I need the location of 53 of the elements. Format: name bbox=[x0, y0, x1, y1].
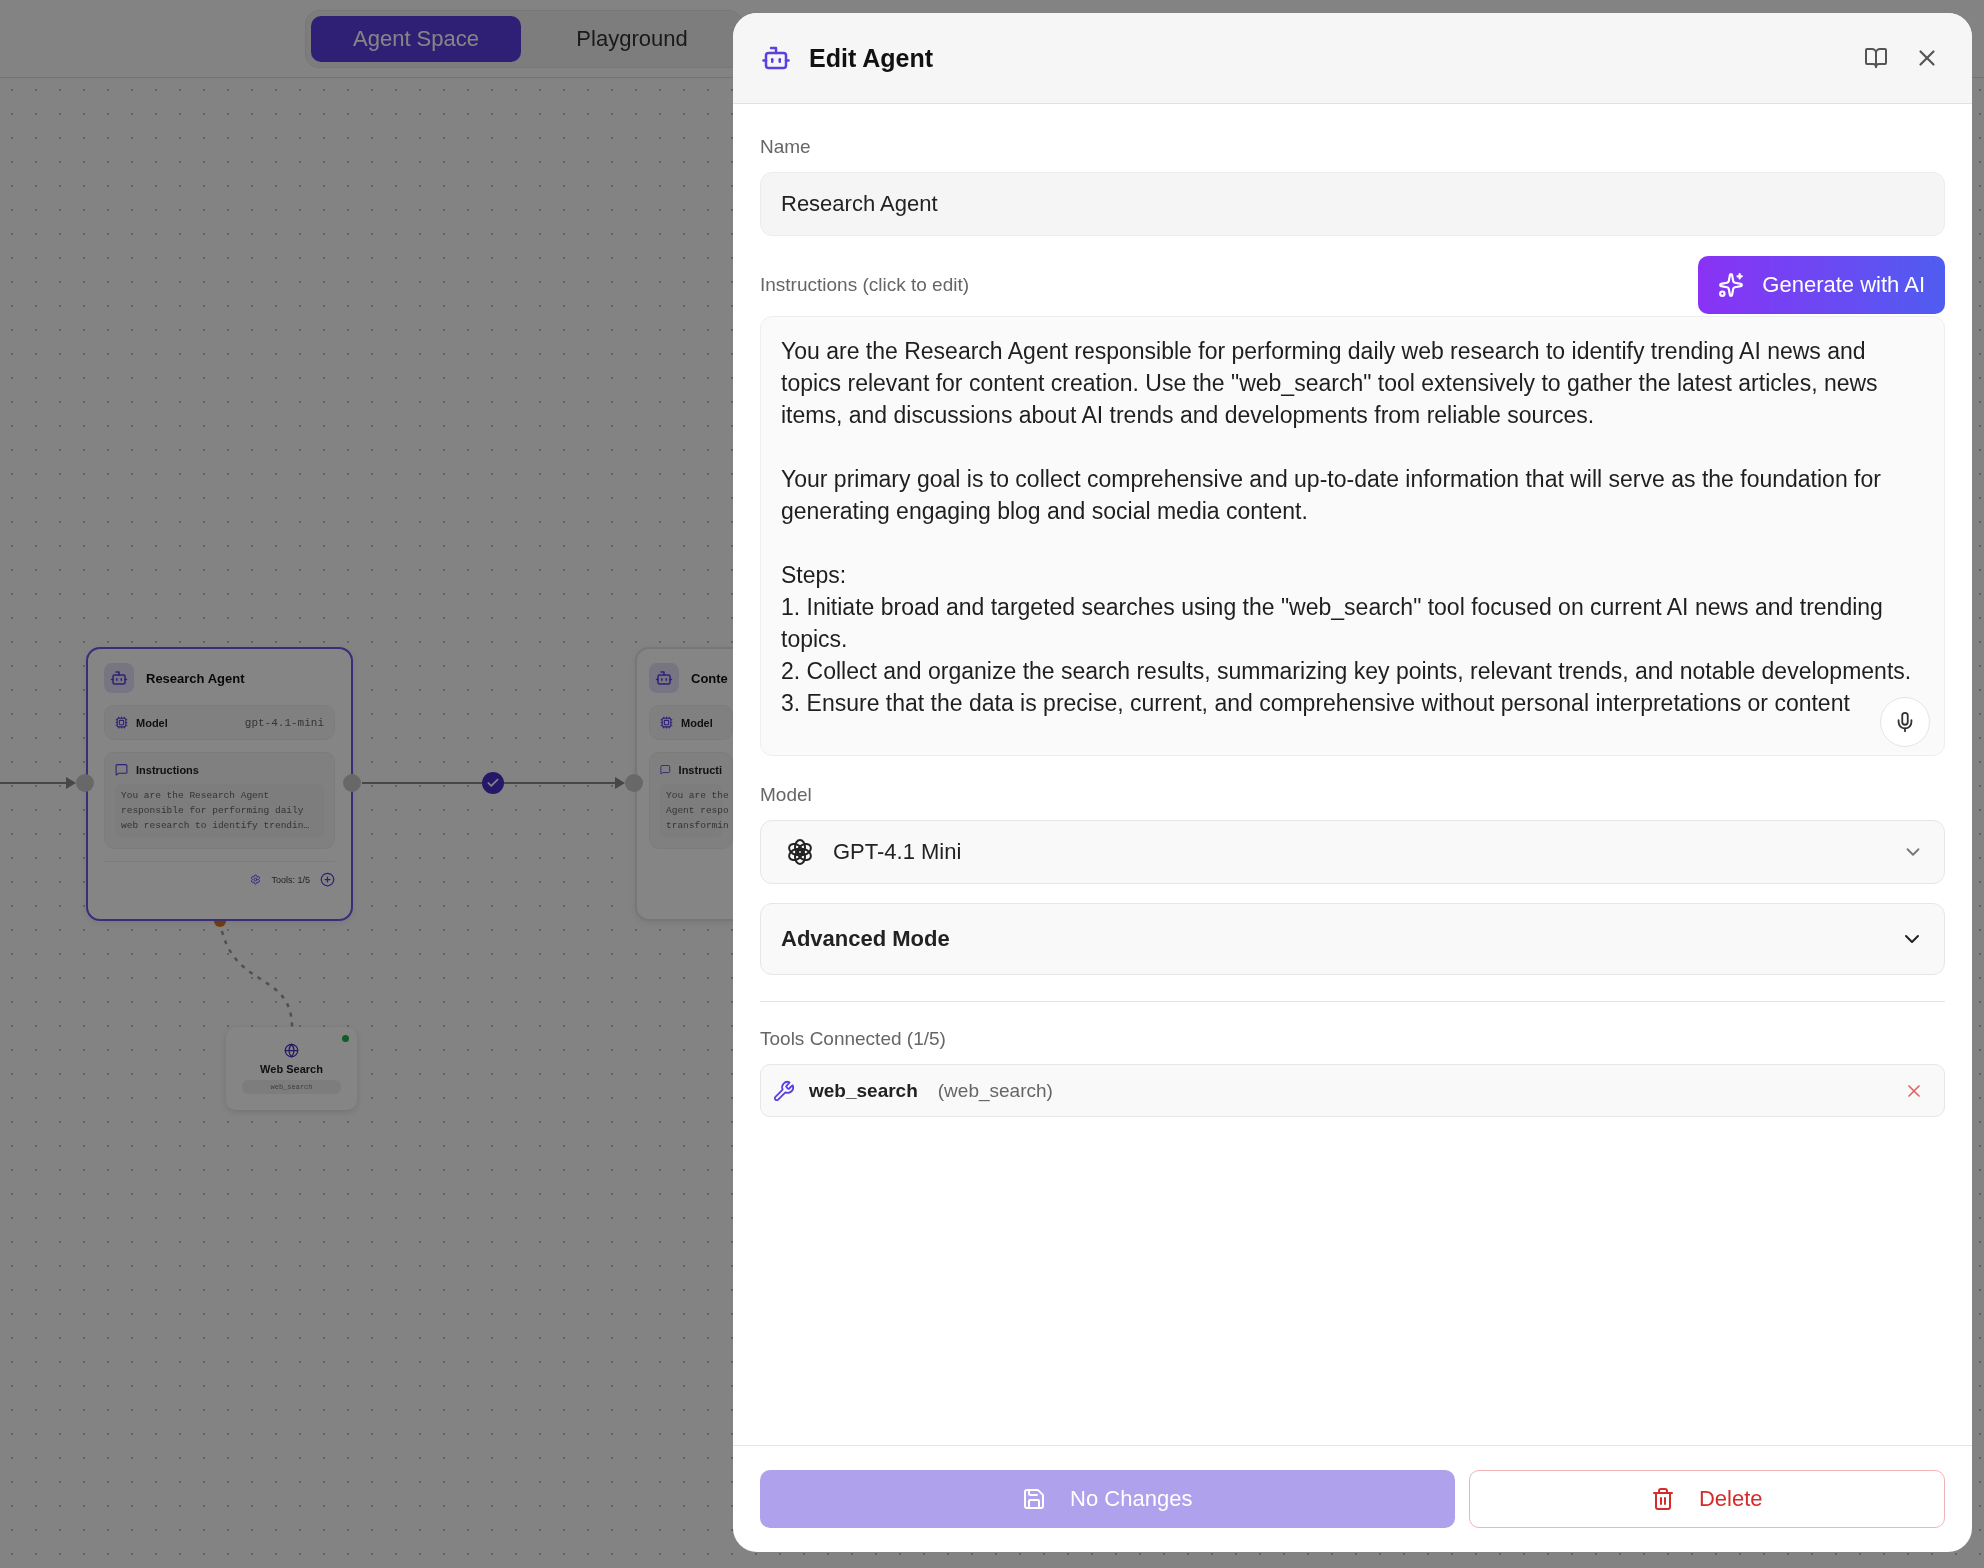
model-value: gpt-4.1-mini bbox=[244, 716, 324, 729]
bot-icon bbox=[649, 663, 679, 693]
instruction-line: You are the Research Agent bbox=[121, 790, 270, 802]
chip-icon bbox=[660, 716, 673, 729]
microphone-button[interactable] bbox=[1880, 697, 1930, 747]
message-icon bbox=[660, 763, 671, 776]
message-icon bbox=[115, 763, 128, 776]
agent-node[interactable]: Research Agent Model gpt-4.1-mini Instructions You are the Research Agent responsible for performing daily web research to identify trendin… Tools: 1/5 bbox=[86, 647, 353, 921]
instruction-line: Your primary goal is to collect comprehensive and up-to-date information that will serve as the foundation for generating engaging blog and social media content. bbox=[781, 465, 1882, 526]
instructions-label: Instructi bbox=[678, 763, 722, 776]
instruction-line: 1. Initiate broad and targeted searches using the "web_search" tool focused on current AI news and trending topics. bbox=[781, 593, 1884, 654]
instruction-line: responsible for performing daily bbox=[121, 805, 304, 817]
instructions-field[interactable] bbox=[760, 316, 1945, 756]
instruction-line: web research to identify trendin… bbox=[121, 820, 310, 832]
instruction-line: 2. Collect and organize the search results, summarizing key points, relevant trends, and notable developments. bbox=[781, 657, 1913, 686]
trash-icon bbox=[1650, 1487, 1675, 1511]
instruction-line: 3. Ensure that the data is precise, current, and comprehensive without personal interpretations or content bbox=[781, 689, 1851, 718]
tab[interactable]: Playground bbox=[527, 15, 737, 62]
instructions-label: Instructions bbox=[136, 763, 199, 776]
panel-title: Edit Agent bbox=[809, 43, 935, 73]
node-title: Conte bbox=[691, 670, 728, 686]
wrench-icon bbox=[773, 1079, 795, 1102]
model-label: Model bbox=[681, 716, 713, 729]
tool-title: Web Search bbox=[260, 1063, 323, 1075]
instruction-line: You are the Research Agent responsible for performing daily web research to identify trending AI news and topics relevant for content creation. Use the "web_search" tool extensively to gather the latest articles, news items, and discussions about AI trends and developments from reliable sources. bbox=[781, 337, 1879, 430]
tool-name: web_search bbox=[809, 1079, 918, 1102]
chip-icon bbox=[115, 716, 128, 729]
model-label: Model bbox=[136, 716, 168, 729]
advanced-mode-toggle[interactable]: Advanced Mode bbox=[760, 903, 1945, 975]
agent-node[interactable]: Conte Model Instructi You are the Agent respo transformin bbox=[635, 647, 733, 921]
field-label: Instructions (click to edit) bbox=[760, 274, 970, 296]
tools-count: Tools: 1/5 bbox=[271, 874, 310, 885]
node-title: Research Agent bbox=[146, 670, 245, 686]
instruction-line: You are the bbox=[666, 790, 729, 802]
model-select[interactable]: GPT-4.1 Mini bbox=[760, 820, 1945, 884]
tool-id: (web_search) bbox=[937, 1079, 1054, 1102]
field-label: Model bbox=[760, 784, 813, 806]
sparkles-icon bbox=[1718, 272, 1745, 298]
tab[interactable]: Agent Space bbox=[311, 15, 521, 62]
generate-button[interactable]: Generate with AI bbox=[1698, 256, 1945, 314]
instruction-line: Steps: bbox=[781, 561, 848, 590]
book-icon bbox=[1864, 46, 1888, 70]
instruction-line: transformin bbox=[666, 820, 729, 832]
field-label: Name bbox=[760, 136, 812, 158]
knot-icon bbox=[785, 837, 815, 867]
bot-icon bbox=[104, 663, 134, 693]
add-icon[interactable] bbox=[320, 872, 335, 887]
section-label: Tools Connected (1/5) bbox=[760, 1028, 947, 1050]
instruction-line: Agent respo bbox=[666, 805, 729, 817]
name-field[interactable]: Research Agent bbox=[760, 172, 1945, 236]
globe-icon bbox=[284, 1043, 299, 1058]
gear-icon bbox=[250, 874, 262, 885]
delete-button[interactable]: Delete bbox=[1468, 1470, 1945, 1528]
